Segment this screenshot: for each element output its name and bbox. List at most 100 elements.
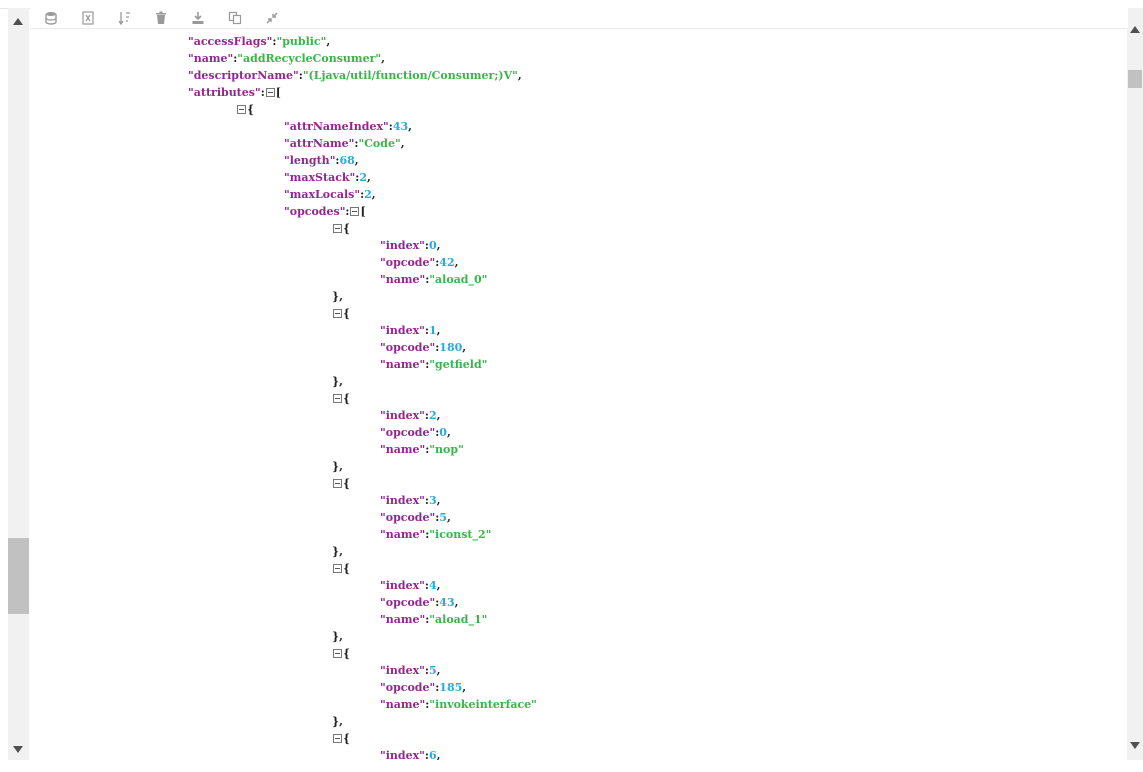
comma: ,: [436, 409, 441, 422]
code-line: "name":"aload_1": [380, 611, 487, 628]
comma: ,: [462, 681, 467, 694]
collapse-toggle-icon[interactable]: [333, 479, 342, 488]
close-bracket: },: [332, 460, 343, 473]
collapse-icon[interactable]: [265, 11, 279, 25]
collapse-toggle-icon[interactable]: [333, 564, 342, 573]
comma: ,: [454, 596, 459, 609]
json-key: opcode: [385, 256, 430, 269]
code-line: "index":1,: [380, 322, 440, 339]
json-number-value: 68: [339, 154, 355, 167]
json-number-value: 180: [439, 341, 463, 354]
code-line: },: [332, 288, 343, 305]
copy-icon[interactable]: [228, 11, 242, 25]
open-bracket: {: [343, 392, 351, 405]
collapse-toggle-icon[interactable]: [333, 734, 342, 743]
comma: ,: [400, 137, 405, 150]
comma: ,: [462, 341, 467, 354]
left-scrollbar[interactable]: [8, 8, 29, 760]
code-line: "index":3,: [380, 492, 440, 509]
code-line: {: [332, 220, 350, 237]
open-bracket: {: [247, 103, 255, 116]
code-line: "opcode":185,: [380, 679, 466, 696]
json-number-value: 42: [439, 256, 455, 269]
collapse-toggle-icon[interactable]: [265, 88, 275, 97]
collapse-toggle-icon[interactable]: [237, 105, 246, 114]
json-string-value: addRecycleConsumer: [243, 52, 376, 65]
code-line: "index":5,: [380, 662, 440, 679]
code-line: {: [332, 475, 350, 492]
json-number-value: 2: [428, 409, 437, 422]
json-number-value: 5: [439, 511, 447, 524]
scroll-down-arrow-icon[interactable]: [1130, 742, 1140, 749]
quote: ": [531, 698, 537, 711]
right-scrollbar[interactable]: [1127, 8, 1143, 760]
code-line: "index":4,: [380, 577, 440, 594]
collapse-toggle-icon[interactable]: [333, 394, 342, 403]
code-line: {: [236, 101, 254, 118]
json-number-value: 2: [359, 171, 367, 184]
code-line: "maxStack":2,: [284, 169, 371, 186]
scroll-down-arrow-icon[interactable]: [13, 746, 23, 753]
scroll-up-arrow-icon[interactable]: [13, 18, 23, 25]
bottom-strip: [0, 760, 1143, 772]
comma: ,: [371, 188, 376, 201]
excel-icon[interactable]: [81, 11, 95, 25]
json-string-value: nop: [435, 443, 459, 456]
json-key: name: [385, 443, 420, 456]
code-line: "opcode":42,: [380, 254, 458, 271]
scroll-thumb[interactable]: [8, 538, 29, 614]
json-string-value: Code: [364, 137, 395, 150]
code-line: "maxLocals":2,: [284, 186, 376, 203]
download-icon[interactable]: [191, 11, 205, 25]
code-line: {: [332, 305, 350, 322]
json-key: opcode: [385, 511, 430, 524]
json-key: maxStack: [289, 171, 350, 184]
code-line: },: [332, 458, 343, 475]
code-line: {: [332, 730, 350, 747]
json-key: name: [385, 698, 420, 711]
collapse-toggle-icon[interactable]: [333, 649, 342, 658]
collapse-toggle-icon[interactable]: [350, 207, 360, 216]
close-bracket: },: [332, 375, 343, 388]
comma: ,: [354, 154, 359, 167]
code-line: "attributes":[: [188, 84, 281, 101]
comma: ,: [436, 664, 441, 677]
sort-icon[interactable]: [118, 11, 132, 25]
comma: ,: [326, 35, 331, 48]
collapse-toggle-icon[interactable]: [333, 224, 342, 233]
json-key: name: [193, 52, 228, 65]
database-icon[interactable]: [44, 11, 58, 25]
json-string-value: invokeinterface: [435, 698, 532, 711]
code-line: "index":2,: [380, 407, 440, 424]
json-string-value: getfield: [435, 358, 482, 371]
code-line: {: [332, 390, 350, 407]
comma: ,: [436, 494, 441, 507]
quote: ": [481, 613, 488, 626]
json-number-value: 185: [439, 681, 463, 694]
code-line: "opcode":5,: [380, 509, 451, 526]
code-line: },: [332, 628, 343, 645]
comma: ,: [436, 579, 441, 592]
trash-icon[interactable]: [154, 11, 168, 25]
json-number-value: 3: [428, 494, 437, 507]
open-bracket: {: [343, 562, 351, 575]
code-line: "descriptorName":"(Ljava/util/function/C…: [188, 67, 522, 84]
scroll-thumb[interactable]: [1128, 70, 1142, 88]
code-line: "index":0,: [380, 237, 440, 254]
collapse-toggle-icon[interactable]: [333, 309, 342, 318]
open-bracket: {: [343, 647, 351, 660]
json-key: opcode: [385, 681, 430, 694]
json-key: attrName: [289, 137, 349, 150]
json-code-view[interactable]: "accessFlags":"public", "name":"addRecycl…: [30, 28, 1126, 760]
colon: :: [345, 205, 350, 218]
scroll-up-arrow-icon[interactable]: [1130, 26, 1140, 33]
json-key: name: [385, 273, 420, 286]
code-line: {: [332, 645, 350, 662]
code-line: {: [332, 560, 350, 577]
json-key: descriptorName: [193, 69, 294, 82]
comma: ,: [436, 749, 441, 760]
code-line: "attrName":"Code",: [284, 135, 405, 152]
code-line: "length":68,: [284, 152, 359, 169]
code-line: "name":"invokeinterface": [380, 696, 537, 713]
json-key: name: [385, 613, 420, 626]
